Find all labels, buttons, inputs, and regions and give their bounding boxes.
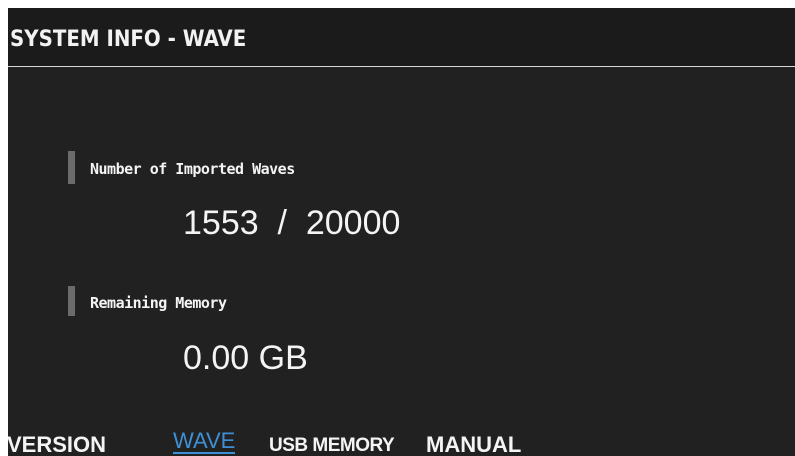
imported-waves-value: 1553 / 20000 <box>183 204 401 242</box>
imported-waves-label: Number of Imported Waves <box>90 160 295 178</box>
page-title: SYSTEM INFO - WAVE <box>10 27 247 52</box>
tab-version[interactable]: VERSION <box>8 432 106 456</box>
header-bar: SYSTEM INFO - WAVE <box>8 8 795 67</box>
tab-wave[interactable]: WAVE <box>173 430 236 454</box>
remaining-memory-label: Remaining Memory <box>90 294 227 312</box>
tab-manual[interactable]: MANUAL <box>426 432 521 456</box>
remaining-memory-value: 0.00 GB <box>183 339 308 377</box>
tab-usb-memory[interactable]: USB MEMORY <box>269 435 395 456</box>
remaining-memory-marker <box>68 286 75 316</box>
imported-waves-marker <box>68 151 75 184</box>
system-info-screen: SYSTEM INFO - WAVE Number of Imported Wa… <box>8 8 795 456</box>
